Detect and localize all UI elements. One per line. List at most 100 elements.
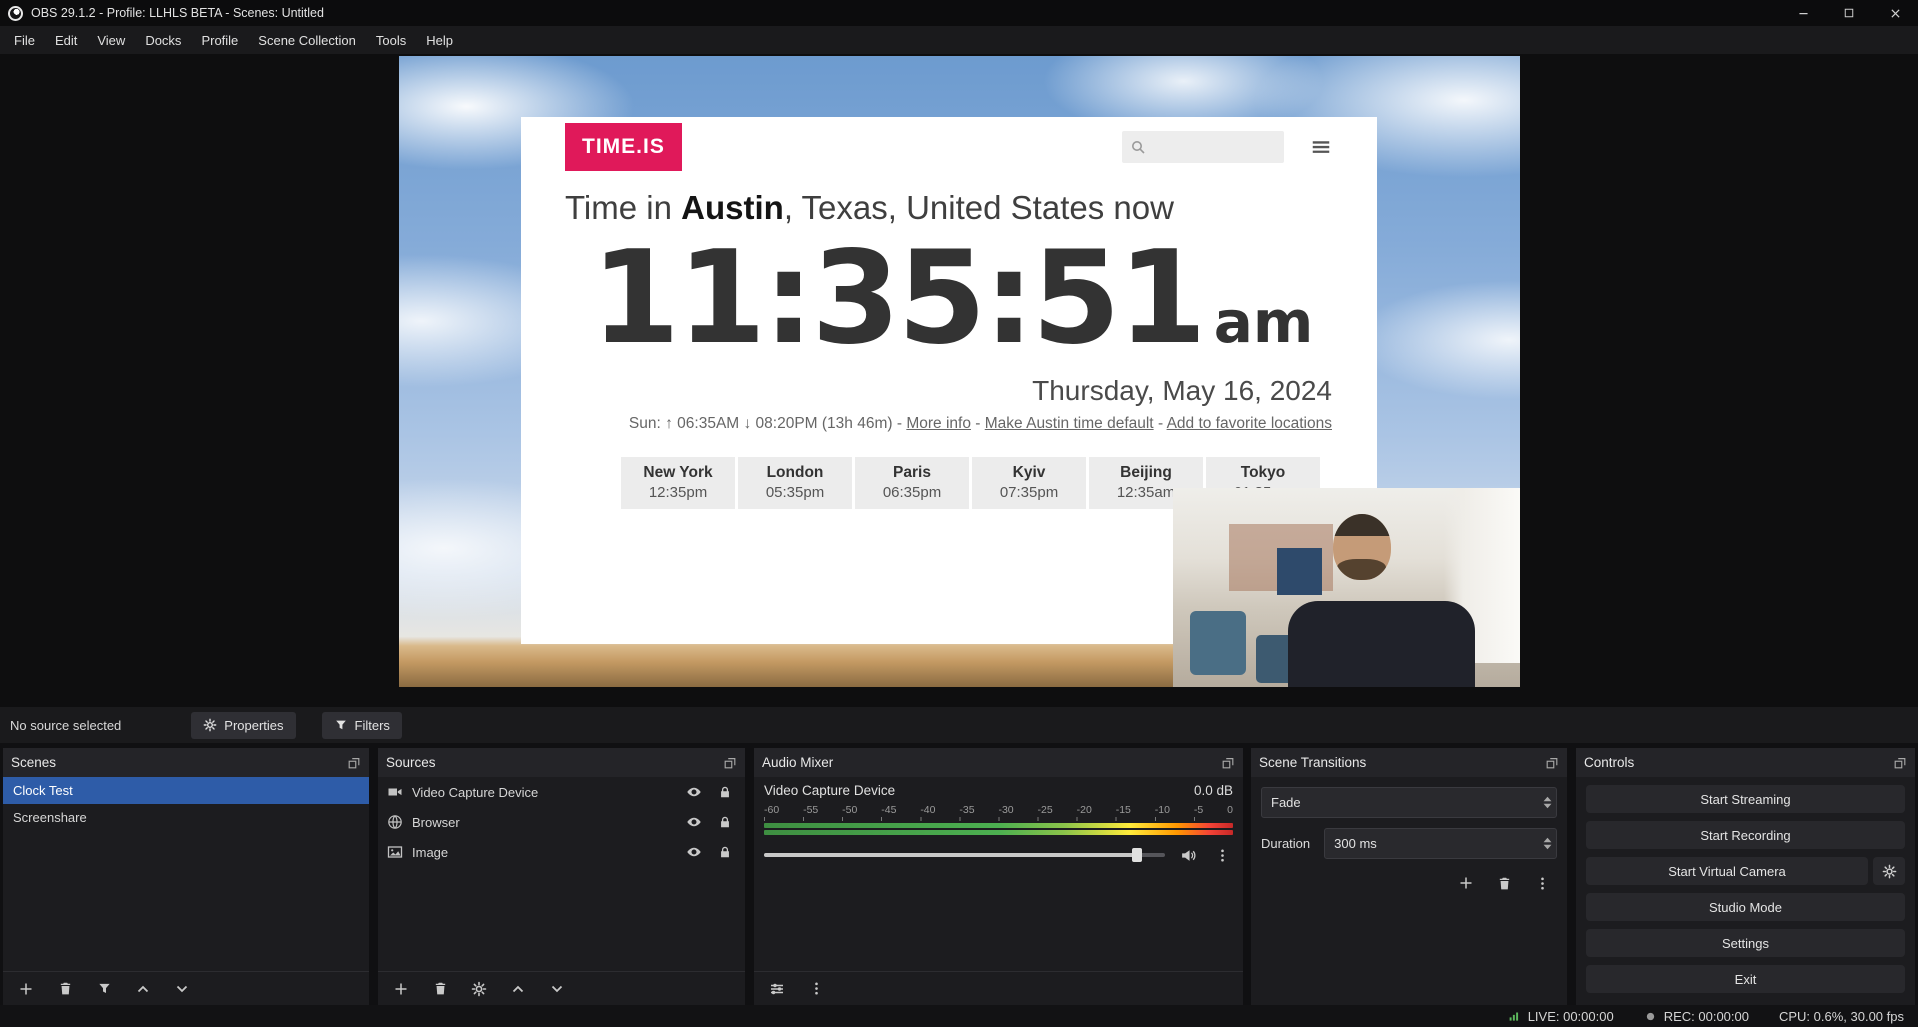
clock-ampm: am (1214, 288, 1314, 356)
settings-button[interactable]: Settings (1586, 929, 1905, 957)
webcam-person-body (1288, 601, 1475, 687)
gear-icon (203, 718, 217, 732)
scenes-dock-header[interactable]: Scenes (3, 748, 369, 777)
scene-move-down-button[interactable] (171, 978, 193, 1000)
add-transition-button[interactable] (1455, 872, 1477, 894)
caret-up-icon (1543, 796, 1552, 802)
menu-profile[interactable]: Profile (191, 28, 248, 53)
image-icon (387, 844, 403, 860)
live-timer: LIVE: 00:00:00 (1528, 1009, 1614, 1024)
mute-speaker-icon[interactable] (1177, 844, 1199, 866)
remove-scene-button[interactable] (54, 978, 76, 1000)
scene-filters-button[interactable] (93, 978, 115, 1000)
controls-dock: Controls Start Streaming Start Recording… (1576, 748, 1915, 1005)
volume-slider[interactable] (764, 848, 1165, 862)
exit-button[interactable]: Exit (1586, 965, 1905, 993)
live-status: LIVE: 00:00:00 (1508, 1009, 1614, 1024)
remove-transition-button[interactable] (1493, 872, 1515, 894)
menu-edit[interactable]: Edit (45, 28, 87, 53)
lock-icon[interactable] (714, 811, 736, 833)
audio-mixer-dock-title: Audio Mixer (762, 755, 833, 770)
lock-icon[interactable] (714, 841, 736, 863)
source-row-browser[interactable]: Browser (378, 807, 745, 837)
spinbox-arrows[interactable] (1543, 837, 1552, 850)
sun-sep-2: - (1158, 415, 1163, 432)
heading-suffix: , Texas, United States now (784, 189, 1174, 226)
remove-source-button[interactable] (429, 978, 451, 1000)
webcam-overlay[interactable] (1173, 488, 1520, 687)
start-streaming-button[interactable]: Start Streaming (1586, 785, 1905, 813)
add-source-button[interactable] (390, 978, 412, 1000)
transitions-dock-header[interactable]: Scene Transitions (1251, 748, 1567, 777)
start-virtual-camera-button[interactable]: Start Virtual Camera (1586, 857, 1868, 885)
webcam-person-beard (1337, 559, 1386, 580)
status-bar: LIVE: 00:00:00 REC: 00:00:00 CPU: 0.6%, … (0, 1005, 1918, 1027)
maximize-button[interactable] (1826, 0, 1872, 26)
virtual-camera-settings-button[interactable] (1873, 857, 1905, 885)
big-clock: 11:35:51 am (521, 235, 1377, 363)
visibility-eye-icon[interactable] (683, 841, 705, 863)
source-row-video-capture[interactable]: Video Capture Device (378, 777, 745, 807)
sources-dock-header[interactable]: Sources (378, 748, 745, 777)
db-tick: -20 (1077, 804, 1092, 816)
source-row-image[interactable]: Image (378, 837, 745, 867)
menu-docks[interactable]: Docks (135, 28, 191, 53)
transition-kebab-menu-icon[interactable] (1531, 872, 1553, 894)
mixer-kebab-menu-icon[interactable] (805, 978, 827, 1000)
transitions-dock-title: Scene Transitions (1259, 755, 1366, 770)
lock-icon[interactable] (714, 781, 736, 803)
menu-view[interactable]: View (87, 28, 135, 53)
db-tick: -45 (881, 804, 896, 816)
popout-icon[interactable] (1545, 756, 1559, 770)
popout-icon[interactable] (347, 756, 361, 770)
source-label: Image (412, 845, 674, 860)
advanced-audio-button[interactable] (766, 978, 788, 1000)
scene-item-clock-test[interactable]: Clock Test (3, 777, 369, 804)
scene-item-screenshare[interactable]: Screenshare (3, 804, 369, 831)
filters-label: Filters (355, 718, 390, 733)
city-name: Paris (855, 464, 969, 482)
controls-dock-header[interactable]: Controls (1576, 748, 1915, 777)
caret-up-icon (1543, 837, 1552, 843)
timeis-header: TIME.IS (521, 117, 1377, 171)
minimize-button[interactable] (1780, 0, 1826, 26)
visibility-eye-icon[interactable] (683, 781, 705, 803)
caret-down-icon (1543, 803, 1552, 809)
city-time: 07:35pm (972, 484, 1086, 501)
studio-mode-button[interactable]: Studio Mode (1586, 893, 1905, 921)
popout-icon[interactable] (1221, 756, 1235, 770)
transition-select[interactable]: Fade (1261, 787, 1557, 818)
sources-list: Video Capture Device Browser Image (378, 777, 745, 971)
source-move-down-button[interactable] (546, 978, 568, 1000)
sun-sep-1: - (975, 415, 980, 432)
visibility-eye-icon[interactable] (683, 811, 705, 833)
add-scene-button[interactable] (15, 978, 37, 1000)
transition-selected-value: Fade (1271, 795, 1301, 810)
scene-move-up-button[interactable] (132, 978, 154, 1000)
popout-icon[interactable] (1893, 756, 1907, 770)
source-properties-button[interactable] (468, 978, 490, 1000)
close-button[interactable] (1872, 0, 1918, 26)
db-tick: -30 (998, 804, 1013, 816)
start-recording-button[interactable]: Start Recording (1586, 821, 1905, 849)
menu-file[interactable]: File (4, 28, 45, 53)
hamburger-menu-icon (1308, 136, 1334, 158)
audio-mixer-dock-header[interactable]: Audio Mixer (754, 748, 1243, 777)
filters-button[interactable]: Filters (322, 712, 402, 739)
duration-spinbox[interactable]: 300 ms (1324, 828, 1557, 859)
sources-dock-title: Sources (386, 755, 436, 770)
properties-button[interactable]: Properties (191, 712, 295, 739)
source-move-up-button[interactable] (507, 978, 529, 1000)
channel-kebab-menu-icon[interactable] (1211, 844, 1233, 866)
preview-canvas[interactable]: TIME.IS Time in Austin, Texas, United St… (399, 56, 1520, 687)
menu-tools[interactable]: Tools (366, 28, 416, 53)
title-bar[interactable]: OBS 29.1.2 - Profile: LLHLS BETA - Scene… (0, 0, 1918, 26)
source-label: Video Capture Device (412, 785, 674, 800)
popout-icon[interactable] (723, 756, 737, 770)
menu-help[interactable]: Help (416, 28, 463, 53)
slider-handle[interactable] (1132, 848, 1142, 862)
select-arrows[interactable] (1543, 796, 1552, 809)
rec-status: REC: 00:00:00 (1644, 1009, 1749, 1024)
menu-scene-collection[interactable]: Scene Collection (248, 28, 366, 53)
scene-transitions-dock: Scene Transitions Fade Duration 300 ms (1251, 748, 1567, 1005)
